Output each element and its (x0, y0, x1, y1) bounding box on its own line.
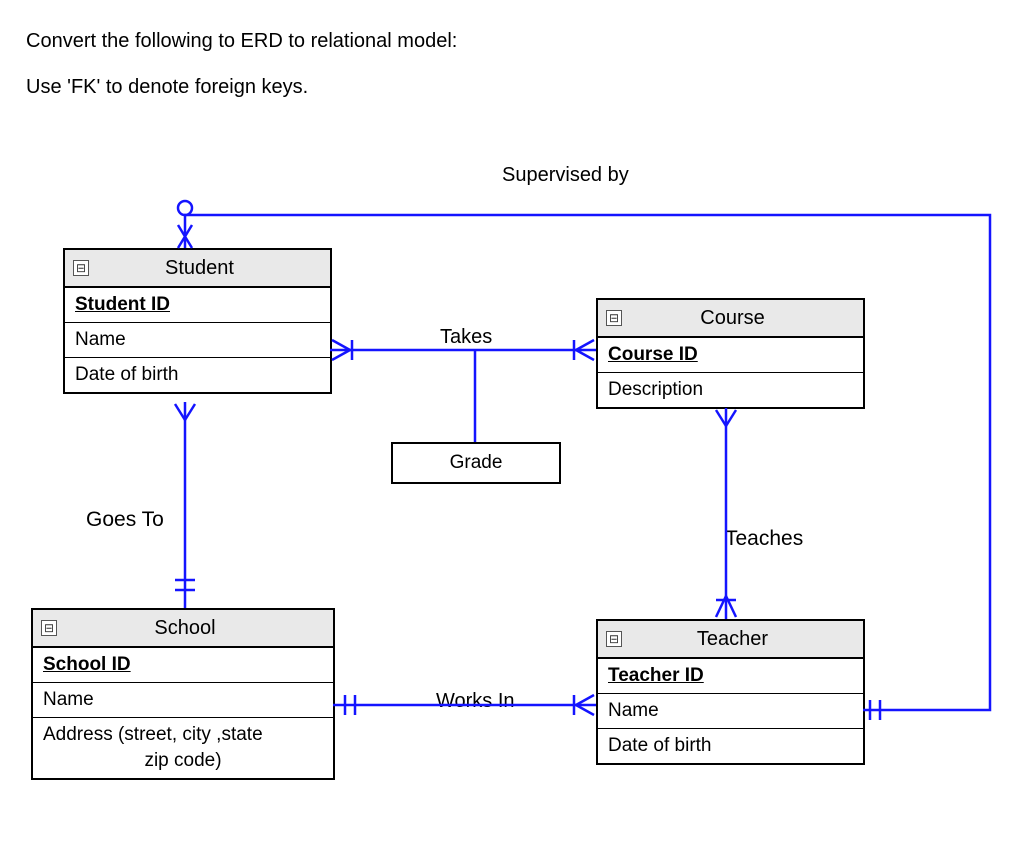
attribute-dob: Date of birth (598, 729, 863, 763)
erd-canvas: Convert the following to ERD to relation… (0, 0, 1024, 865)
associative-entity-grade: Grade (391, 442, 561, 484)
collapse-icon[interactable]: ⊟ (41, 620, 57, 636)
relationship-takes: Takes (440, 326, 492, 349)
attribute-address: Address (street, city ,state zip code) (33, 718, 333, 778)
entity-teacher: ⊟ Teacher Teacher ID Name Date of birth (596, 619, 865, 765)
entity-title: Teacher (622, 628, 863, 651)
relationship-goes-to: Goes To (86, 508, 164, 532)
attribute-course-id: Course ID (598, 338, 863, 373)
entity-header: ⊟ Student (65, 250, 330, 288)
entity-title: School (57, 617, 333, 640)
relationship-teaches: Teaches (725, 527, 803, 551)
attribute-description: Description (598, 373, 863, 407)
entity-header: ⊟ Course (598, 300, 863, 338)
entity-course: ⊟ Course Course ID Description (596, 298, 865, 409)
entity-header: ⊟ School (33, 610, 333, 648)
collapse-icon[interactable]: ⊟ (606, 310, 622, 326)
entity-school: ⊟ School School ID Name Address (street,… (31, 608, 335, 780)
attribute-name: Name (33, 683, 333, 718)
collapse-icon[interactable]: ⊟ (606, 631, 622, 647)
attribute-teacher-id: Teacher ID (598, 659, 863, 694)
prompt-line-2: Use 'FK' to denote foreign keys. (26, 76, 308, 99)
entity-title: Course (622, 307, 863, 330)
attribute-school-id: School ID (33, 648, 333, 683)
attribute-student-id: Student ID (65, 288, 330, 323)
collapse-icon[interactable]: ⊟ (73, 260, 89, 276)
entity-header: ⊟ Teacher (598, 621, 863, 659)
prompt-line-1: Convert the following to ERD to relation… (26, 30, 457, 53)
attribute-name: Name (65, 323, 330, 358)
relationship-supervised-by: Supervised by (502, 164, 629, 187)
entity-student: ⊟ Student Student ID Name Date of birth (63, 248, 332, 394)
attribute-name: Name (598, 694, 863, 729)
attribute-dob: Date of birth (65, 358, 330, 392)
entity-title: Student (89, 257, 330, 280)
relationship-works-in: Works In (436, 690, 515, 713)
